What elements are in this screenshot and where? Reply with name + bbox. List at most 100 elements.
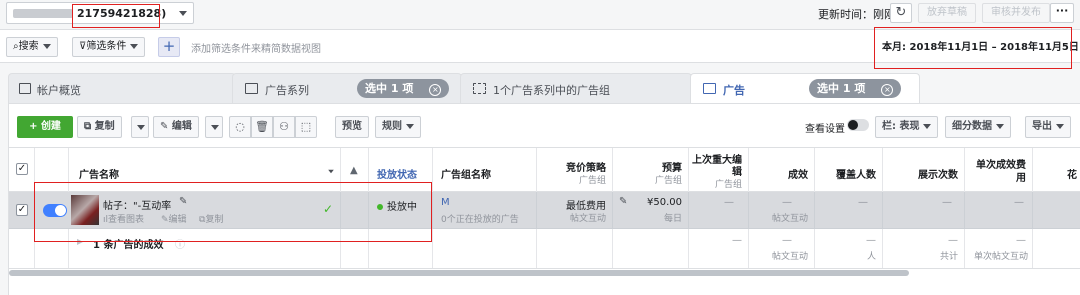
- info-icon[interactable]: ⓘ: [175, 236, 185, 251]
- pencil-icon[interactable]: ✎: [179, 196, 187, 207]
- preview-button[interactable]: 预览: [335, 116, 369, 138]
- discard-draft-button[interactable]: 放弃草稿: [918, 3, 976, 23]
- column-ad-name[interactable]: 广告名称: [69, 148, 341, 192]
- summary-blank-cell: [433, 229, 537, 268]
- tab-ad-sets[interactable]: 1个广告系列中的广告组: [460, 73, 692, 103]
- summary-blank-cell: [35, 229, 69, 268]
- filters-button[interactable]: ⊽筛选条件: [72, 37, 146, 57]
- chevron-down-icon: [137, 125, 145, 130]
- tag-icon: ⬚: [300, 120, 312, 133]
- column-spend[interactable]: 花: [1033, 148, 1080, 192]
- summary-cost-per-sublabel: 单次帖文互动: [973, 252, 1028, 262]
- close-icon[interactable]: ×: [881, 84, 894, 96]
- column-delivery-status[interactable]: 投放状态: [369, 148, 433, 192]
- breakdown-button[interactable]: 细分数据: [945, 116, 1011, 138]
- date-range-picker[interactable]: 本月: 2018年11月1日 – 2018年11月5日: [882, 38, 1080, 53]
- summary-impressions-cell: — 共计: [883, 229, 965, 268]
- view-settings-toggle[interactable]: [847, 119, 869, 131]
- column-budget[interactable]: 预算 广告组: [613, 148, 689, 192]
- table-row[interactable]: ✓ 帖子："-互动率 ✎ ıl查看图表 ✎编辑 ⧉复制 ✓ 投放中 M 0个正在…: [9, 192, 1080, 229]
- people-icon: ⚇: [279, 120, 289, 133]
- edit-label: 编辑: [171, 121, 192, 132]
- expand-arrow-icon[interactable]: ▶: [77, 237, 83, 246]
- grid-icon: [473, 83, 486, 94]
- create-label: 创建: [40, 121, 61, 132]
- ad-status-toggle[interactable]: [43, 204, 67, 217]
- column-warning[interactable]: ▲: [341, 148, 369, 192]
- column-bid-strategy[interactable]: 竞价策略 广告组: [537, 148, 613, 192]
- review-publish-button[interactable]: 审核并发布: [982, 3, 1050, 23]
- create-button[interactable]: + 创建: [17, 116, 73, 138]
- impressions-cell: —: [883, 192, 965, 228]
- chevron-down-icon: [211, 125, 219, 130]
- date-range-label: 本月: 2018年11月1日 – 2018年11月5日: [882, 42, 1079, 53]
- column-last-edit[interactable]: 上次重大编 辑 广告组: [689, 148, 749, 192]
- tab-account-overview[interactable]: 帐户概览: [8, 73, 236, 103]
- ab-test-button[interactable]: ⚇: [273, 116, 295, 138]
- edit-button[interactable]: ✎ 编辑: [153, 116, 199, 138]
- chevron-down-icon: [130, 43, 139, 49]
- updated-time-label: 更新时间：刚刚: [818, 8, 895, 21]
- table-header: ✓ 广告名称 ▲ 投放状态 广告组名称 竞价策略 广告组 预算 广告组 上次重大…: [9, 147, 1080, 192]
- view-chart-link[interactable]: ıl查看图表: [103, 212, 144, 225]
- tab-ads[interactable]: 广告 选中 1 项 ×: [690, 73, 920, 103]
- account-id: 21759421828): [77, 7, 167, 20]
- ads-selected-pill[interactable]: 选中 1 项 ×: [809, 79, 902, 98]
- export-button[interactable]: 导出: [1025, 116, 1071, 138]
- pencil-icon[interactable]: ✎: [619, 196, 627, 207]
- column-cost-per-result[interactable]: 单次成效费 用: [965, 148, 1033, 192]
- column-sublabel: 广告组: [654, 176, 682, 186]
- duplicate-dropdown[interactable]: [131, 116, 149, 138]
- duplicate-link[interactable]: ⧉复制: [199, 212, 223, 225]
- campaigns-selected-pill[interactable]: 选中 1 项 ×: [357, 79, 450, 98]
- tab-label: 广告系列: [265, 84, 309, 97]
- columns-button[interactable]: 栏: 表现: [875, 116, 939, 138]
- close-icon[interactable]: ×: [429, 84, 442, 96]
- summary-reach-cell: — 人: [815, 229, 883, 268]
- adset-sublabel: 0个正在投放的广告: [441, 215, 519, 225]
- columns-label: 栏: 表现: [882, 121, 920, 132]
- row-checkbox[interactable]: ✓: [16, 204, 28, 216]
- column-label: 花: [1067, 170, 1077, 181]
- rules-button[interactable]: 规则: [375, 116, 421, 138]
- account-selector[interactable]: 21759421828): [6, 2, 194, 24]
- delete-button[interactable]: 🗑: [251, 116, 273, 138]
- edit-dropdown[interactable]: [205, 116, 223, 138]
- column-impressions[interactable]: 展示次数: [883, 148, 965, 192]
- duplicate-button[interactable]: ⧉ 复制: [77, 116, 122, 138]
- column-label: 竞价策略: [566, 163, 606, 174]
- ad-name[interactable]: 帖子："-互动率: [103, 197, 171, 212]
- reset-icon: ◌: [235, 120, 245, 133]
- breakdown-label: 细分数据: [952, 121, 992, 132]
- refresh-button[interactable]: ↻: [890, 3, 912, 23]
- adset-name-link[interactable]: M: [441, 197, 450, 208]
- select-all-checkbox[interactable]: ✓: [16, 163, 28, 175]
- view-chart-label: 查看图表: [108, 215, 145, 225]
- tab-label: 帐户概览: [37, 84, 81, 97]
- rules-label: 规则: [382, 121, 402, 132]
- toggle-column: [35, 148, 69, 192]
- edit-link[interactable]: ✎编辑: [161, 212, 187, 225]
- column-results[interactable]: 成效: [749, 148, 815, 192]
- column-label: 成效: [788, 170, 808, 181]
- column-adset-name[interactable]: 广告组名称: [433, 148, 537, 192]
- filters-label: 筛选条件: [86, 41, 127, 52]
- reset-button[interactable]: ◌: [229, 116, 251, 138]
- tag-button[interactable]: ⬚: [295, 116, 317, 138]
- duplicate-label: 复制: [205, 215, 224, 225]
- search-button[interactable]: ⌕搜索: [6, 37, 58, 57]
- tab-campaigns[interactable]: 广告系列 选中 1 项 ×: [232, 73, 462, 103]
- more-options-button[interactable]: ···: [1050, 3, 1074, 23]
- chevron-down-icon: [406, 123, 414, 129]
- summary-impressions-value: —: [948, 235, 958, 246]
- horizontal-scrollbar[interactable]: [9, 270, 909, 276]
- add-filter-button[interactable]: +: [158, 37, 180, 57]
- plus-icon: +: [29, 121, 38, 132]
- budget-cell: ✎ ¥50.00 每日: [613, 192, 689, 228]
- copy-icon: ⧉: [84, 121, 92, 132]
- active-dot-icon: [377, 204, 383, 210]
- status-text: 投放中: [387, 202, 417, 213]
- column-reach[interactable]: 覆盖人数: [815, 148, 883, 192]
- last-edit-cell: —: [689, 192, 749, 228]
- bid-sublabel: 帖文互动: [569, 214, 606, 224]
